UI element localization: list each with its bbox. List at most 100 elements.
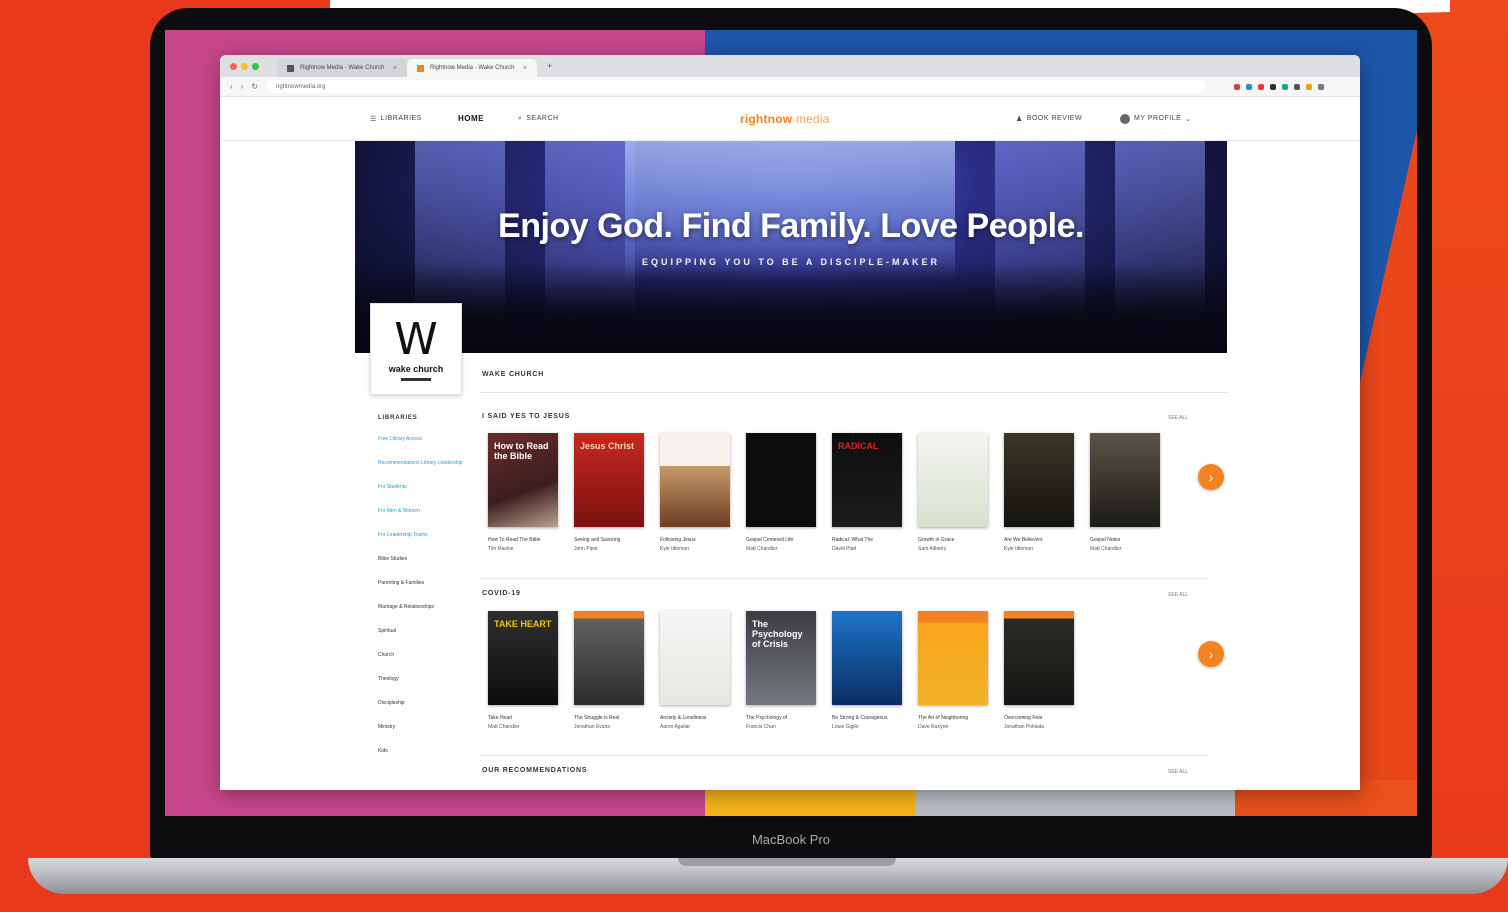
row-title: OUR RECOMMENDATIONS	[482, 767, 588, 774]
book-cover[interactable]: How to Read the Bible	[488, 433, 558, 527]
book-cover[interactable]: TAKE HEART	[488, 611, 558, 705]
libraries-menu[interactable]: ☰ Libraries	[370, 115, 422, 123]
book-cover[interactable]	[1090, 433, 1160, 527]
search-link[interactable]: ⌕ Search	[518, 115, 559, 123]
book-review-link[interactable]: ♟ Book Review	[1016, 115, 1082, 123]
sidebar-item[interactable]: Parenting & Families	[378, 579, 468, 587]
user-icon: ♟	[1016, 115, 1023, 123]
book-title[interactable]: Overcoming Fear	[1004, 715, 1074, 721]
book-title[interactable]: Growth in Grace	[918, 537, 988, 543]
book-title[interactable]: Gospel Notes	[1090, 537, 1160, 543]
book-cover[interactable]	[1004, 611, 1074, 705]
book-title[interactable]: Anxiety & Loneliness	[660, 715, 730, 721]
sidebar-item[interactable]: Spiritual	[378, 627, 468, 635]
book-cover[interactable]	[660, 433, 730, 527]
extension-icon[interactable]	[1270, 83, 1277, 90]
extension-icon[interactable]	[1258, 83, 1265, 90]
browser-tab-2[interactable]: Rightnow Media - Wake Church ×	[407, 59, 537, 77]
minimize-window-button[interactable]	[241, 62, 248, 70]
book-cover[interactable]	[832, 611, 902, 705]
book-card[interactable]: Growth in Grace Sam Allberry	[918, 433, 988, 552]
home-link[interactable]: HOME	[458, 114, 484, 123]
close-window-button[interactable]	[230, 62, 237, 70]
book-title[interactable]: Are We Believers	[1004, 537, 1074, 543]
book-title[interactable]: How To Read The Bible	[488, 537, 558, 543]
book-title[interactable]: The Struggle is Real	[574, 715, 644, 721]
close-tab-icon[interactable]: ×	[393, 65, 397, 72]
favicon-icon	[287, 64, 294, 72]
sidebar-item[interactable]: For Leadership Teams	[378, 531, 468, 539]
book-card[interactable]: Jesus Christ Seeing and Savoring John Pipe…	[574, 433, 644, 552]
row-title: I SAID YES TO JESUS	[482, 413, 571, 420]
see-all-link[interactable]: SEE ALL	[1168, 769, 1188, 775]
book-title[interactable]: Take Heart	[488, 715, 558, 721]
book-cover[interactable]	[746, 433, 816, 527]
brand-logo[interactable]: rightnow media	[740, 112, 830, 126]
sidebar-item[interactable]: Marriage & Relationships	[378, 603, 468, 611]
sidebar-item[interactable]: Recommendations Library Leadership	[378, 459, 468, 467]
browser-menu-icon[interactable]	[1318, 83, 1325, 90]
book-card[interactable]: Be Strong & Courageous Louie Giglio	[832, 611, 902, 730]
reload-icon[interactable]: ↻	[251, 82, 258, 91]
book-title[interactable]: Following Jesus	[660, 537, 730, 543]
close-tab-icon[interactable]: ×	[523, 65, 527, 72]
site-header: ☰ Libraries HOME ⌕ Search rightnow media…	[220, 97, 1360, 141]
profile-menu[interactable]: My Profile ⌄	[1120, 113, 1192, 124]
book-cover[interactable]: RADICAL	[832, 433, 902, 527]
book-title[interactable]: Gospel Centered Life	[746, 537, 816, 543]
book-cover[interactable]: Jesus Christ	[574, 433, 644, 527]
book-card[interactable]: Gospel Notes Matt Chandler	[1090, 433, 1160, 552]
extension-icon[interactable]	[1282, 83, 1289, 90]
next-arrow-button[interactable]: ›	[1198, 464, 1224, 490]
sidebar-item[interactable]: Bible Studies	[378, 555, 468, 563]
browser-tab-1[interactable]: Rightnow Media - Wake Church ×	[277, 59, 407, 77]
back-icon[interactable]: ‹	[230, 82, 233, 91]
book-title[interactable]: The Art of Neighboring	[918, 715, 988, 721]
book-cover[interactable]: The Psychology of Crisis	[746, 611, 816, 705]
address-bar[interactable]: rightnowmedia.org	[266, 80, 1207, 93]
book-card[interactable]: Anxiety & Loneliness Aaron Aguilar	[660, 611, 730, 730]
book-card[interactable]: Gospel Centered Life Matt Chandler	[746, 433, 816, 552]
book-card[interactable]: The Psychology of Crisis The Psychology o…	[746, 611, 816, 730]
book-cover[interactable]	[918, 611, 988, 705]
extension-icon[interactable]	[1306, 83, 1313, 90]
book-card[interactable]: Are We Believers Kyle Idleman	[1004, 433, 1074, 552]
book-cover[interactable]	[660, 611, 730, 705]
hero-title: Enjoy God. Find Family. Love People.	[498, 207, 1084, 245]
sidebar-item[interactable]: Church	[378, 651, 468, 659]
next-arrow-button[interactable]: ›	[1198, 641, 1224, 667]
book-card[interactable]: RADICAL Radical: What The David Platt	[832, 433, 902, 552]
extension-icon[interactable]	[1294, 83, 1301, 90]
book-cover[interactable]	[574, 611, 644, 705]
libraries-label: Libraries	[380, 115, 422, 122]
sidebar-item[interactable]: Discipleship	[378, 699, 468, 707]
sidebar-item[interactable]: For Students	[378, 483, 468, 491]
book-review-label: Book Review	[1026, 115, 1083, 122]
book-cover[interactable]	[918, 433, 988, 527]
book-title[interactable]: Radical: What The	[832, 537, 902, 543]
maximize-window-button[interactable]	[252, 62, 259, 70]
see-all-link[interactable]: SEE ALL	[1168, 592, 1188, 598]
book-card[interactable]: Following Jesus Kyle Idleman	[660, 433, 730, 552]
crowd-silhouette	[355, 263, 1227, 353]
book-title[interactable]: Be Strong & Courageous	[832, 715, 902, 721]
extension-icon[interactable]	[1234, 83, 1241, 90]
sidebar-item[interactable]: Ministry	[378, 723, 468, 731]
book-title[interactable]: The Psychology of	[746, 715, 816, 721]
extension-icon[interactable]	[1246, 83, 1253, 90]
browser-toolbar: ‹ › ↻ rightnowmedia.org	[220, 77, 1360, 97]
book-title[interactable]: Seeing and Savoring	[574, 537, 644, 543]
sidebar-item[interactable]: Free Library Access	[378, 435, 468, 443]
book-card[interactable]: TAKE HEART Take Heart Matt Chandler	[488, 611, 558, 730]
book-card[interactable]: How to Read the Bible How To Read The Bib…	[488, 433, 558, 552]
book-cover[interactable]	[1004, 433, 1074, 527]
sidebar-item[interactable]: Theology	[378, 675, 468, 683]
new-tab-button[interactable]: +	[547, 61, 552, 71]
forward-icon[interactable]: ›	[241, 82, 244, 91]
sidebar-item[interactable]: Kids	[378, 747, 468, 755]
see-all-link[interactable]: SEE ALL	[1168, 415, 1188, 421]
sidebar-item[interactable]: For Men & Women	[378, 507, 468, 515]
book-card[interactable]: The Struggle is Real Jonathan Evans	[574, 611, 644, 730]
book-card[interactable]: The Art of Neighboring Dave Runyon	[918, 611, 988, 730]
book-card[interactable]: Overcoming Fear Jonathan Pokluda	[1004, 611, 1074, 730]
